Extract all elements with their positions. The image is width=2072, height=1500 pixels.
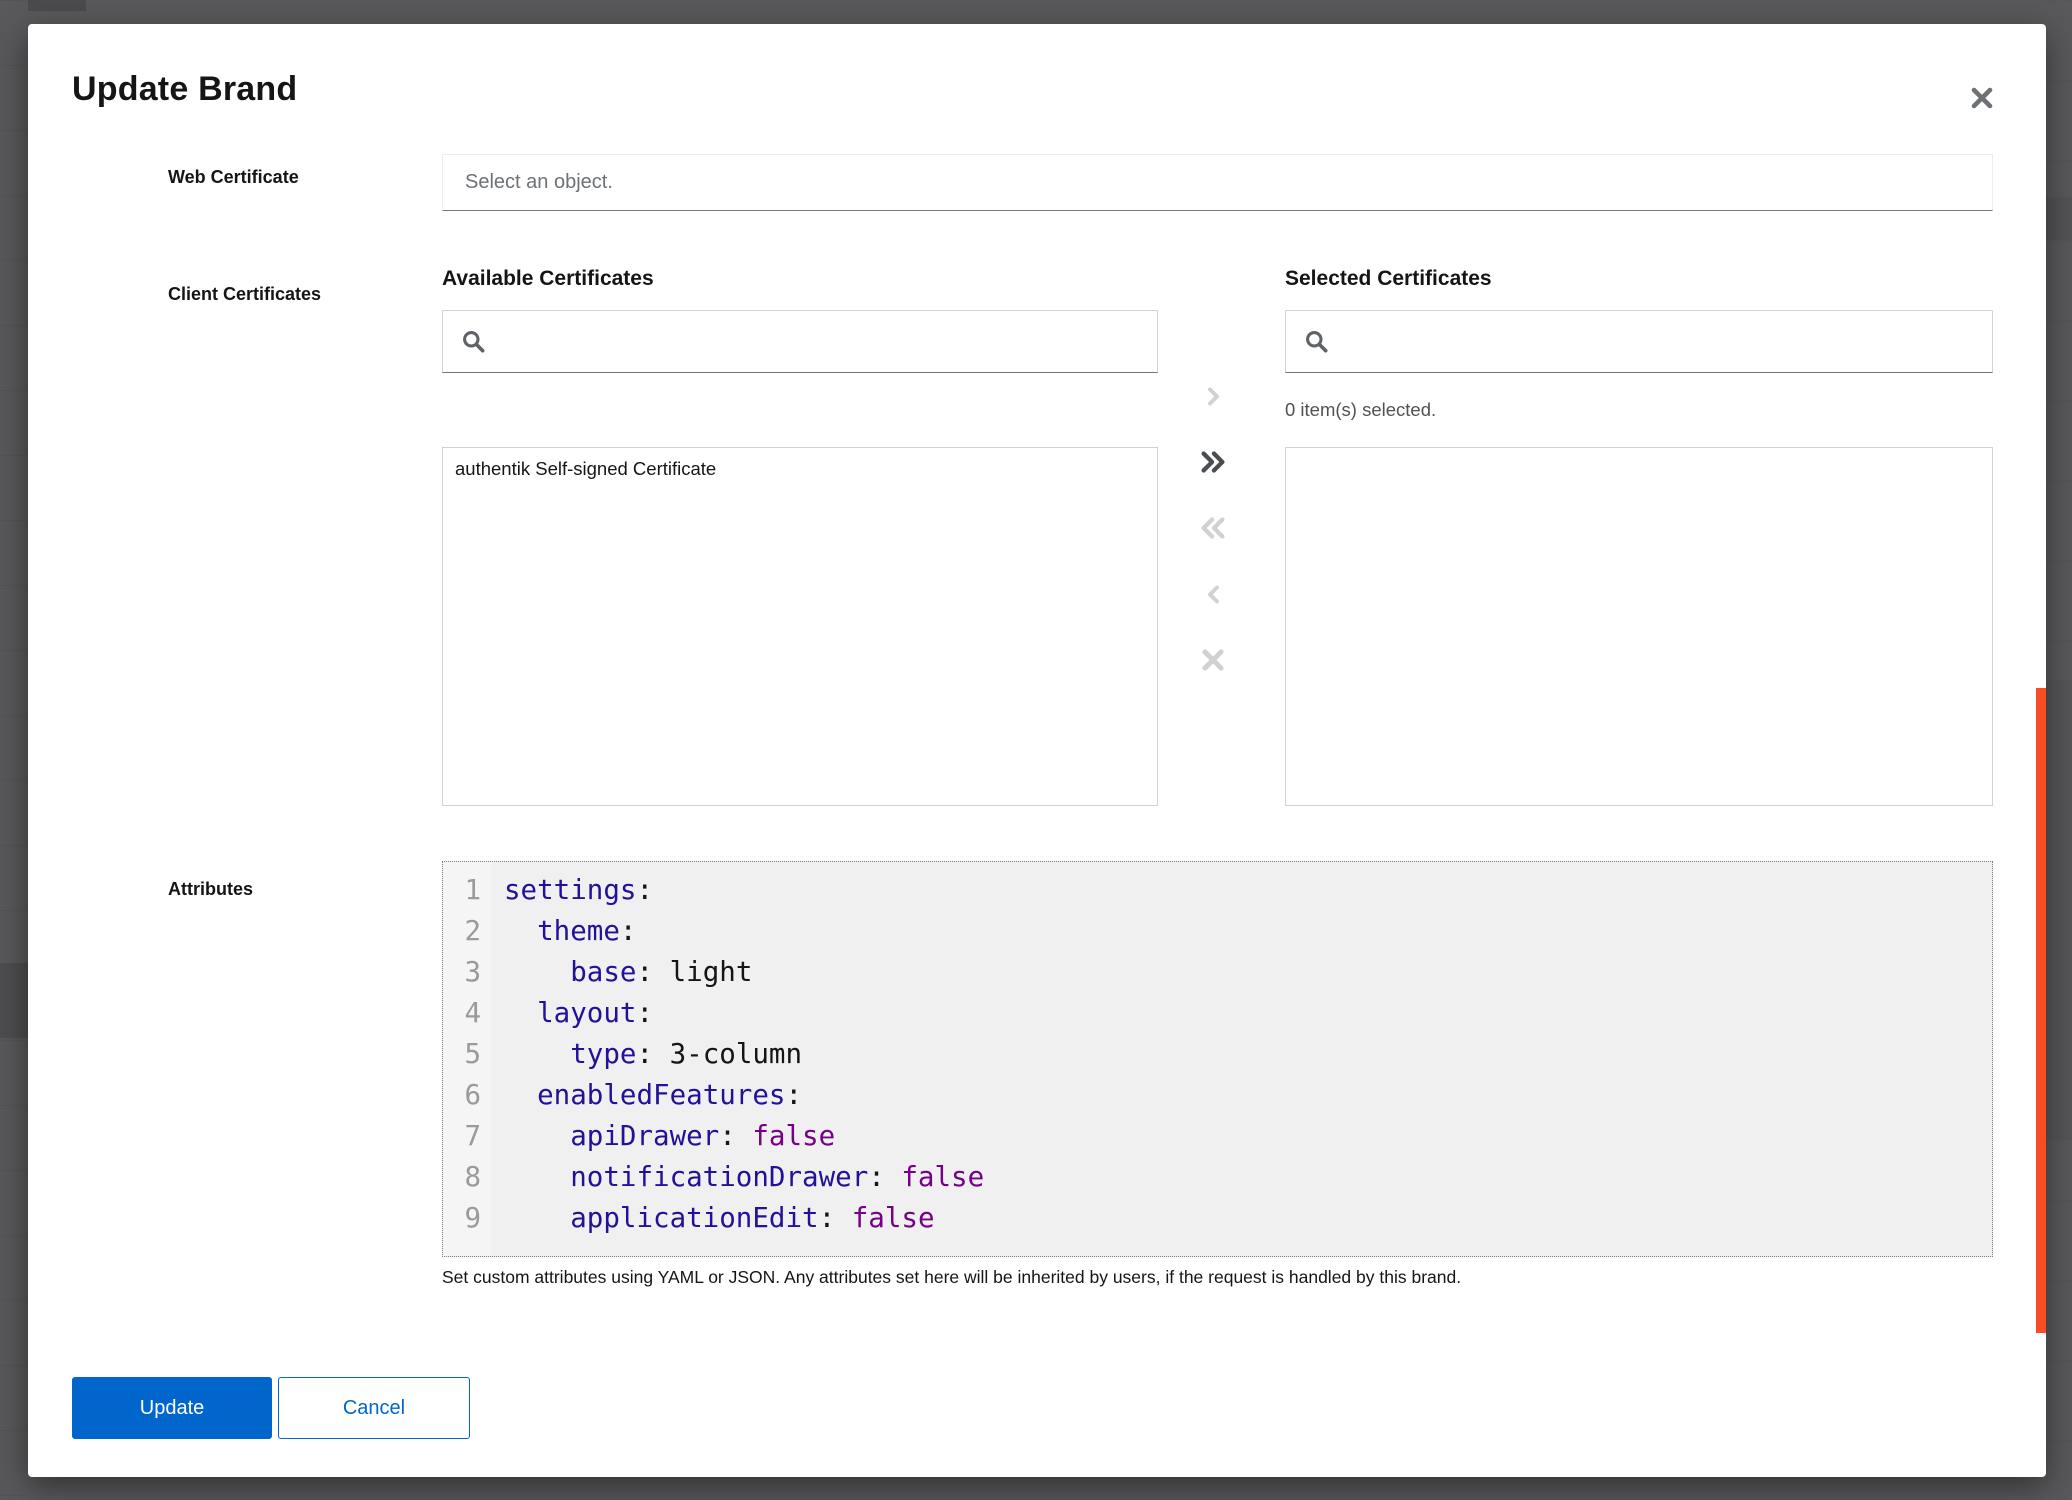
close-button[interactable]: [1964, 80, 2000, 116]
backdrop-sidebar-highlight: [0, 963, 28, 1038]
attributes-help-text: Set custom attributes using YAML or JSON…: [442, 1267, 1461, 1288]
available-certificates-list: authentik Self-signed Certificate: [442, 447, 1158, 806]
web-certificate-select[interactable]: [442, 154, 1993, 211]
angle-left-icon: [1203, 584, 1224, 605]
update-brand-modal: Update Brand Web Certificate Client Cert…: [28, 24, 2046, 1477]
backdrop-right-segment: [2046, 197, 2072, 240]
clear-selection-button[interactable]: [1191, 640, 1235, 680]
update-button[interactable]: Update: [72, 1377, 272, 1439]
available-search-input[interactable]: [501, 331, 1139, 353]
code-line-numbers: 123456789: [443, 862, 491, 1256]
dual-list-controls: [1189, 376, 1237, 680]
code-line: base: light: [504, 952, 1992, 993]
list-item[interactable]: authentik Self-signed Certificate: [443, 448, 1157, 490]
code-line: enabledFeatures:: [504, 1075, 1992, 1116]
code-line: applicationEdit: false: [504, 1198, 1992, 1239]
attributes-label: Attributes: [168, 879, 253, 900]
available-search: [442, 310, 1158, 373]
backdrop-sidebar-texture: [0, 0, 28, 1500]
selected-search-input[interactable]: [1344, 331, 1974, 353]
add-selected-button[interactable]: [1191, 376, 1235, 416]
selected-count-status: 0 item(s) selected.: [1285, 399, 1436, 421]
cancel-button[interactable]: Cancel: [278, 1377, 470, 1439]
search-icon: [461, 329, 487, 355]
code-line: apiDrawer: false: [504, 1116, 1992, 1157]
attributes-code-editor[interactable]: 123456789 settings: theme: base: light l…: [442, 861, 1993, 1257]
angle-double-left-icon: [1198, 515, 1228, 541]
screen: Update Brand Web Certificate Client Cert…: [0, 0, 2072, 1500]
page-title: Update Brand: [72, 70, 297, 109]
code-line: settings:: [504, 870, 1992, 911]
backdrop-top-tab: [28, 0, 86, 11]
code-line: theme:: [504, 911, 1992, 952]
backdrop-right-segment: [2046, 680, 2072, 1140]
angle-double-right-icon: [1198, 449, 1228, 475]
remove-all-button[interactable]: [1191, 508, 1235, 548]
client-certificates-label: Client Certificates: [168, 284, 321, 305]
available-certificates-heading: Available Certificates: [442, 267, 654, 291]
close-icon: [1970, 86, 1994, 110]
code-line: type: 3-column: [504, 1034, 1992, 1075]
close-icon: [1200, 647, 1226, 673]
selected-search: [1285, 310, 1993, 373]
search-icon: [1304, 329, 1330, 355]
scroll-indicator-bar: [2036, 688, 2046, 1333]
code-content: settings: theme: base: light layout: typ…: [491, 862, 1992, 1256]
selected-certificates-heading: Selected Certificates: [1285, 267, 1492, 291]
selected-certificates-list: [1285, 447, 1993, 806]
web-certificate-label: Web Certificate: [168, 167, 299, 188]
code-line: notificationDrawer: false: [504, 1157, 1992, 1198]
remove-selected-button[interactable]: [1191, 574, 1235, 614]
code-line: layout:: [504, 993, 1992, 1034]
angle-right-icon: [1203, 386, 1224, 407]
add-all-button[interactable]: [1191, 442, 1235, 482]
